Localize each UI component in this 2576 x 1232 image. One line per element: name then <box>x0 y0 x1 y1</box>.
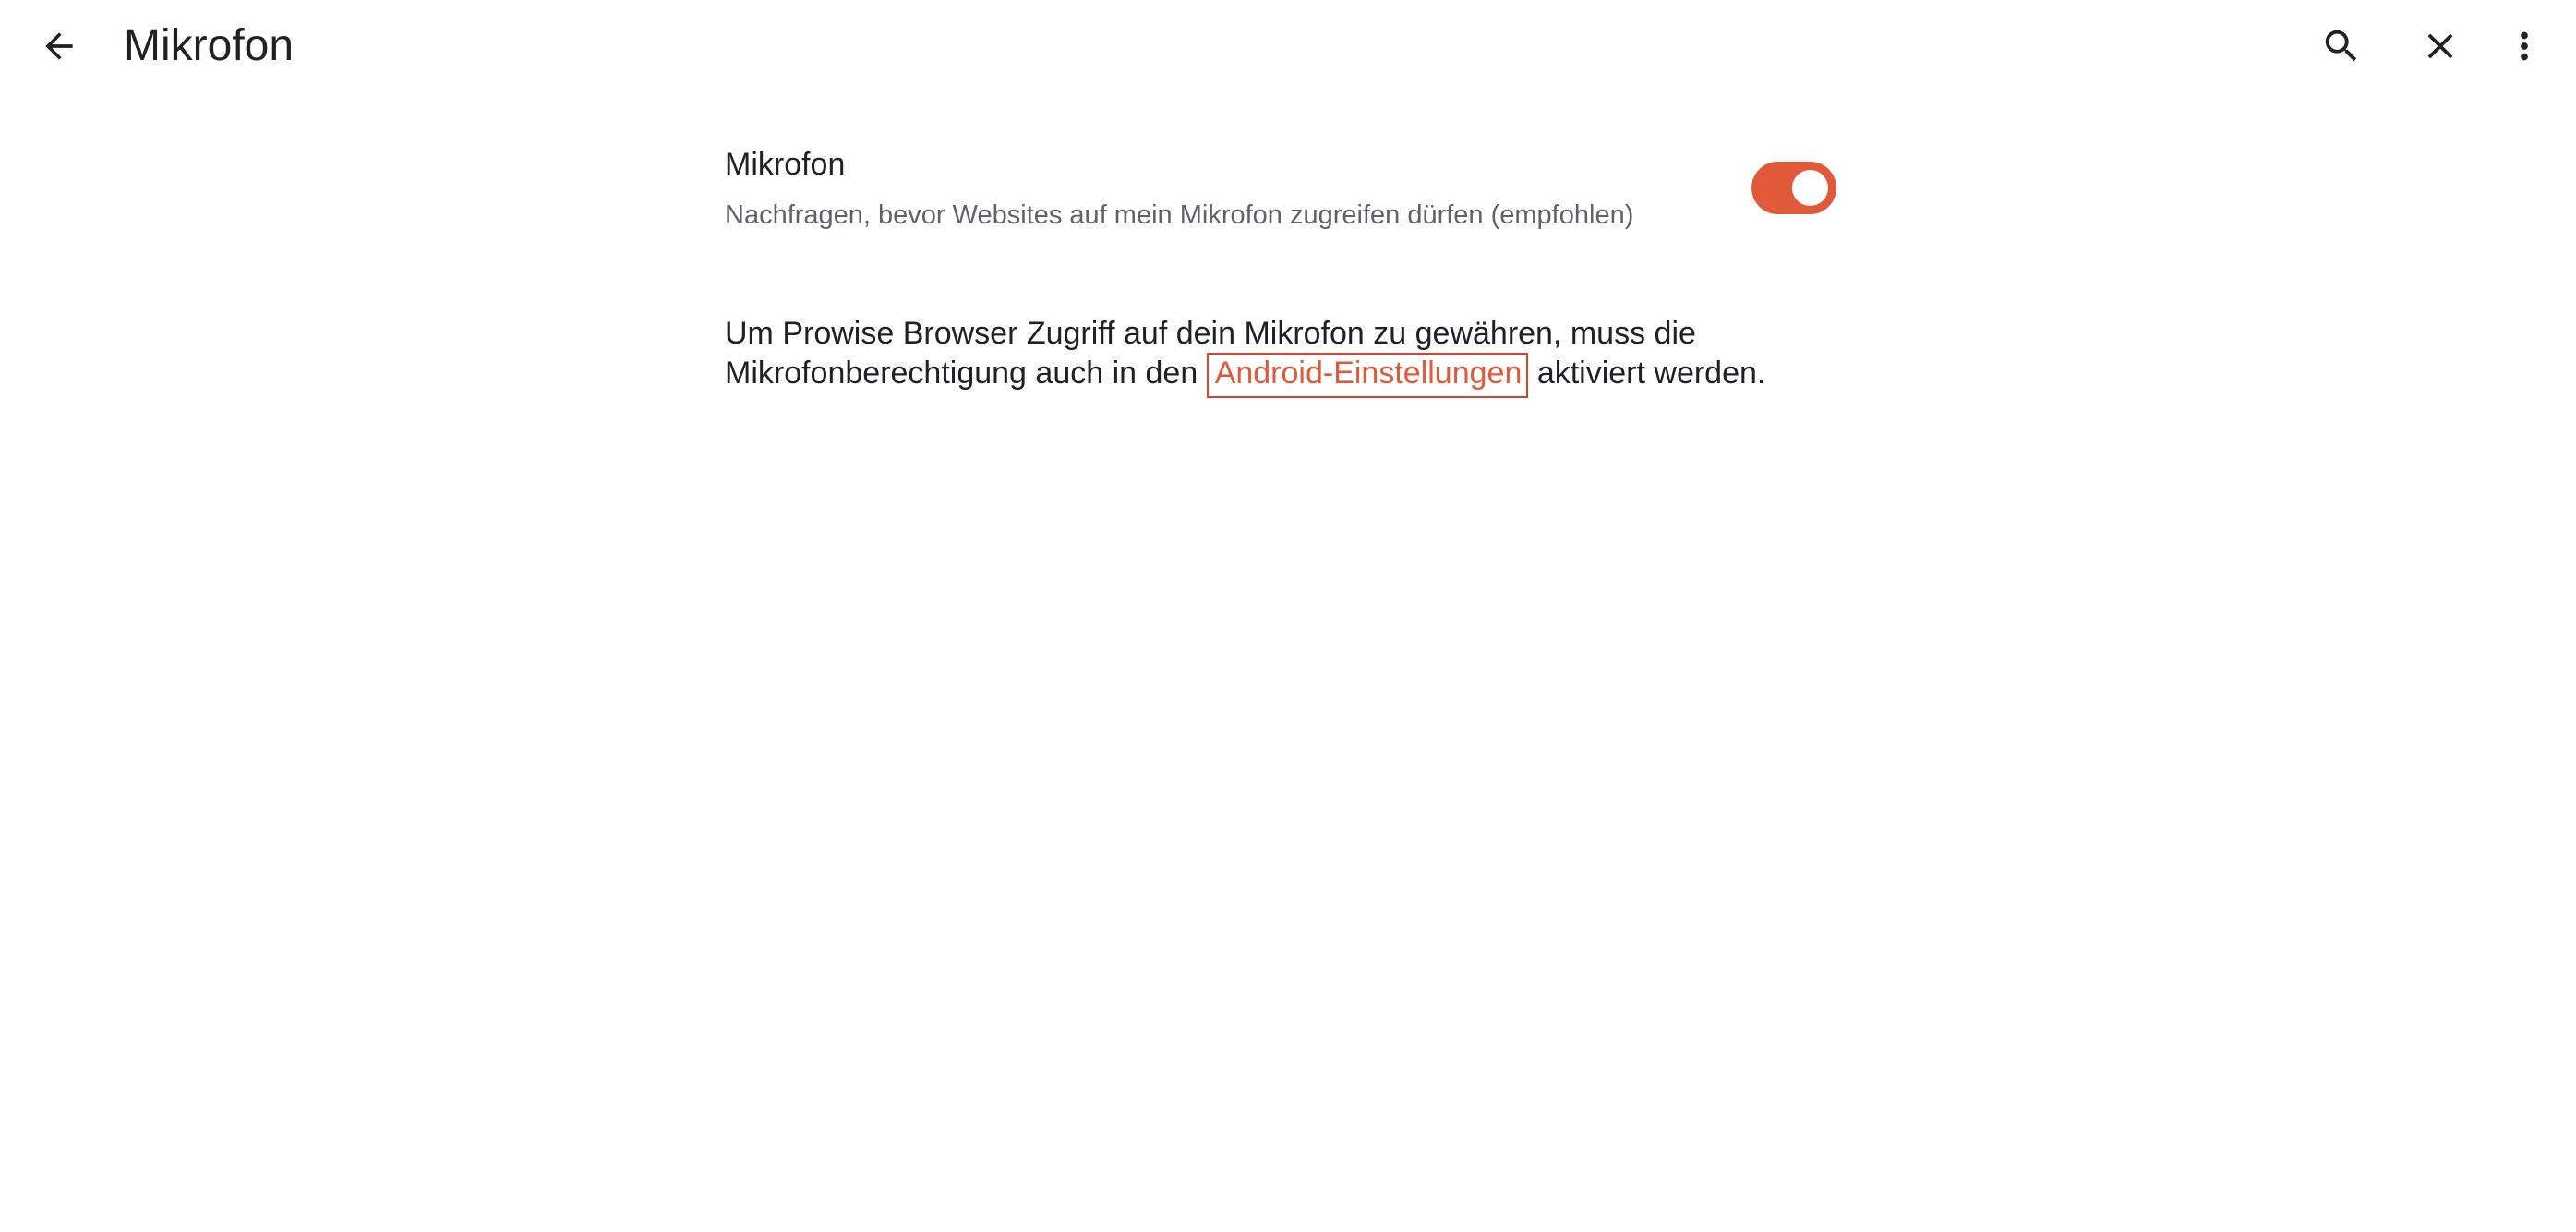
android-settings-link[interactable]: Android-Einstellungen <box>1206 353 1529 398</box>
toolbar: Mikrofon <box>0 0 2576 92</box>
explanation-line-1: Um Prowise Browser Zugriff auf dein Mikr… <box>725 316 1696 351</box>
search-icon <box>2325 30 2357 62</box>
explanation-text-before-link: Mikrofonberechtigung auch in den <box>725 356 1198 391</box>
close-icon <box>2427 33 2453 59</box>
permission-explanation: Um Prowise Browser Zugriff auf dein Mikr… <box>725 314 1879 398</box>
search-button[interactable] <box>2305 9 2378 83</box>
arrow-back-icon <box>45 32 73 60</box>
setting-summary: Nachfragen, bevor Websites auf mein Mikr… <box>725 200 1634 230</box>
more-vert-icon <box>2521 31 2528 61</box>
explanation-text-after-link: aktiviert werden. <box>1536 356 1766 391</box>
explanation-line-2: Mikrofonberechtigung auch in den Android… <box>725 353 1879 398</box>
more-options-button[interactable] <box>2487 9 2561 83</box>
page-title: Mikrofon <box>124 21 295 70</box>
setting-title: Mikrofon <box>725 147 846 182</box>
back-button[interactable] <box>22 9 96 83</box>
microphone-setting-row[interactable]: Mikrofon Nachfragen, bevor Websites auf … <box>725 139 1856 249</box>
close-button[interactable] <box>2403 9 2477 83</box>
settings-page: Mikrofon Mikrofon Nachfragen, bevor Webs… <box>0 0 2576 1232</box>
microphone-toggle[interactable] <box>1751 162 1836 214</box>
toggle-thumb <box>1792 170 1828 206</box>
